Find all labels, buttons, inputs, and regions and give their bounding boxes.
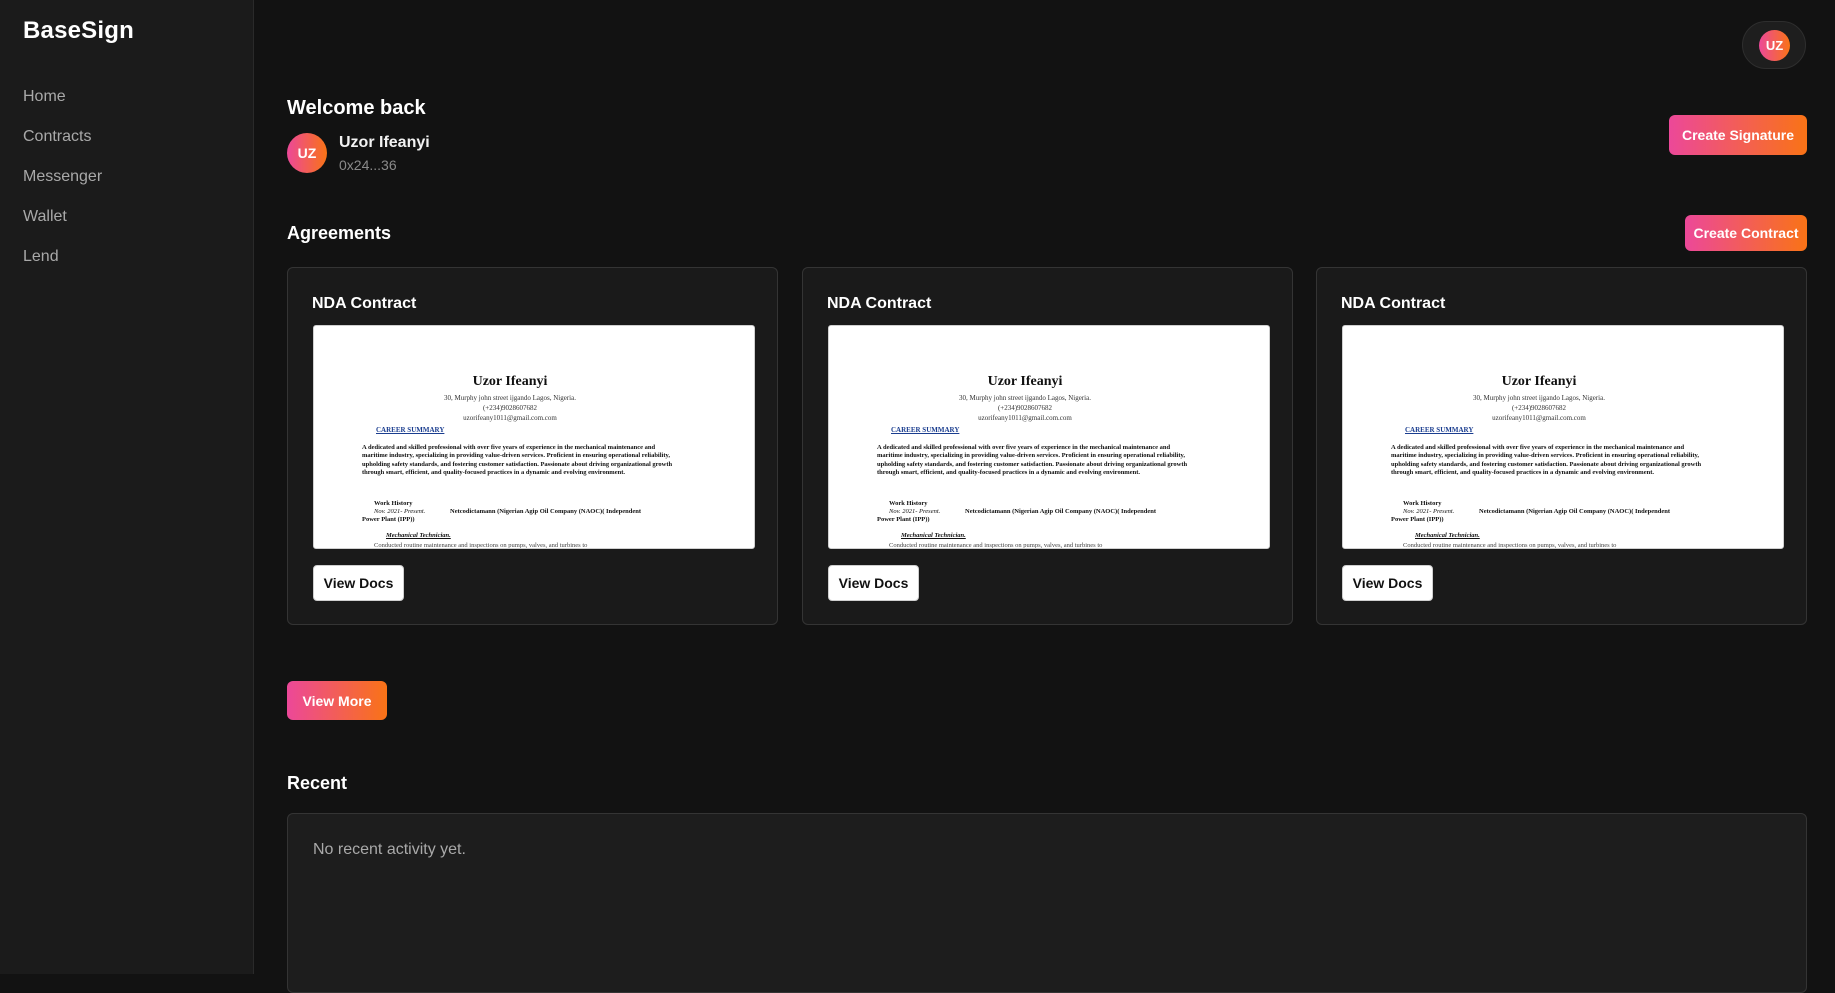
- doc-career-heading: CAREER SUMMARY: [376, 426, 445, 434]
- view-docs-button[interactable]: View Docs: [313, 565, 404, 601]
- brand-logo[interactable]: BaseSign: [23, 17, 134, 45]
- agreement-card: NDA Contract Uzor Ifeanyi 30, Murphy joh…: [287, 267, 778, 625]
- view-docs-button[interactable]: View Docs: [828, 565, 919, 601]
- recent-activity-panel: No recent activity yet.: [287, 813, 1807, 993]
- recent-empty-message: No recent activity yet.: [313, 841, 466, 858]
- doc-summary: A dedicated and skilled professional wit…: [1391, 444, 1702, 476]
- doc-duty: Conducted routine maintenance and inspec…: [1403, 542, 1617, 549]
- sidebar-item-lend[interactable]: Lend: [23, 246, 102, 286]
- doc-work-plant: Power Plant (IPP)): [1391, 516, 1444, 523]
- doc-role: Mechanical Technician.: [1415, 532, 1480, 539]
- doc-career-heading: CAREER SUMMARY: [1405, 426, 1474, 434]
- page-title: Welcome back: [287, 97, 426, 119]
- sidebar-item-messenger[interactable]: Messenger: [23, 166, 102, 206]
- doc-role: Mechanical Technician.: [901, 532, 966, 539]
- account-menu-button[interactable]: UZ: [1742, 21, 1806, 69]
- card-title: NDA Contract: [312, 295, 417, 312]
- wallet-address: 0x24...36: [339, 157, 397, 173]
- user-avatar: UZ: [287, 133, 327, 173]
- doc-name: Uzor Ifeanyi: [472, 374, 548, 389]
- avatar: UZ: [1759, 30, 1790, 61]
- doc-work-history-heading: Work History: [889, 500, 928, 507]
- doc-address: 30, Murphy john street ijgando Lagos, Ni…: [1472, 394, 1605, 402]
- doc-work-date: Nov. 2021- Present.: [1403, 508, 1455, 515]
- doc-summary: A dedicated and skilled professional wit…: [877, 444, 1188, 476]
- doc-work-company: Netcodictamann (Nigerian Agip Oil Compan…: [450, 508, 642, 515]
- create-contract-button[interactable]: Create Contract: [1685, 215, 1807, 251]
- doc-duty: Conducted routine maintenance and inspec…: [889, 542, 1103, 549]
- sidebar-item-contracts[interactable]: Contracts: [23, 126, 102, 166]
- user-name: Uzor Ifeanyi: [339, 134, 430, 151]
- doc-work-company: Netcodictamann (Nigerian Agip Oil Compan…: [1479, 508, 1671, 515]
- doc-work-plant: Power Plant (IPP)): [362, 516, 415, 523]
- create-signature-button[interactable]: Create Signature: [1669, 115, 1807, 155]
- document-preview[interactable]: Uzor Ifeanyi 30, Murphy john street ijga…: [828, 325, 1270, 549]
- agreements-heading: Agreements: [287, 223, 392, 243]
- doc-phone: (+234)9028607682: [997, 404, 1053, 412]
- card-title: NDA Contract: [827, 295, 932, 312]
- doc-email: uzorifeany1011@gmail.com.com: [978, 414, 1072, 422]
- doc-email: uzorifeany1011@gmail.com.com: [1492, 414, 1586, 422]
- card-title: NDA Contract: [1341, 295, 1446, 312]
- doc-duty: Conducted routine maintenance and inspec…: [374, 542, 588, 549]
- doc-phone: (+234)9028607682: [482, 404, 538, 412]
- document-preview[interactable]: Uzor Ifeanyi 30, Murphy john street ijga…: [1342, 325, 1784, 549]
- recent-heading: Recent: [287, 773, 348, 793]
- view-docs-button[interactable]: View Docs: [1342, 565, 1433, 601]
- doc-work-history-heading: Work History: [1403, 500, 1442, 507]
- doc-name: Uzor Ifeanyi: [987, 374, 1063, 389]
- doc-work-date: Nov. 2021- Present.: [374, 508, 426, 515]
- doc-email: uzorifeany1011@gmail.com.com: [463, 414, 557, 422]
- view-more-button[interactable]: View More: [287, 681, 387, 720]
- doc-role: Mechanical Technician.: [386, 532, 451, 539]
- doc-summary: A dedicated and skilled professional wit…: [362, 444, 673, 476]
- sidebar-item-wallet[interactable]: Wallet: [23, 206, 102, 246]
- doc-work-plant: Power Plant (IPP)): [877, 516, 930, 523]
- agreement-card: NDA Contract Uzor Ifeanyi 30, Murphy joh…: [1316, 267, 1807, 625]
- sidebar-item-home[interactable]: Home: [23, 86, 102, 126]
- doc-work-date: Nov. 2021- Present.: [889, 508, 941, 515]
- doc-name: Uzor Ifeanyi: [1501, 374, 1577, 389]
- doc-address: 30, Murphy john street ijgando Lagos, Ni…: [443, 394, 576, 402]
- doc-career-heading: CAREER SUMMARY: [891, 426, 960, 434]
- doc-phone: (+234)9028607682: [1511, 404, 1567, 412]
- sidebar: BaseSign Home Contracts Messenger Wallet…: [0, 0, 254, 974]
- doc-work-company: Netcodictamann (Nigerian Agip Oil Compan…: [965, 508, 1157, 515]
- doc-address: 30, Murphy john street ijgando Lagos, Ni…: [958, 394, 1091, 402]
- doc-work-history-heading: Work History: [374, 500, 413, 507]
- sidebar-nav: Home Contracts Messenger Wallet Lend: [23, 86, 102, 286]
- document-preview[interactable]: Uzor Ifeanyi 30, Murphy john street ijga…: [313, 325, 755, 549]
- agreement-card: NDA Contract Uzor Ifeanyi 30, Murphy joh…: [802, 267, 1293, 625]
